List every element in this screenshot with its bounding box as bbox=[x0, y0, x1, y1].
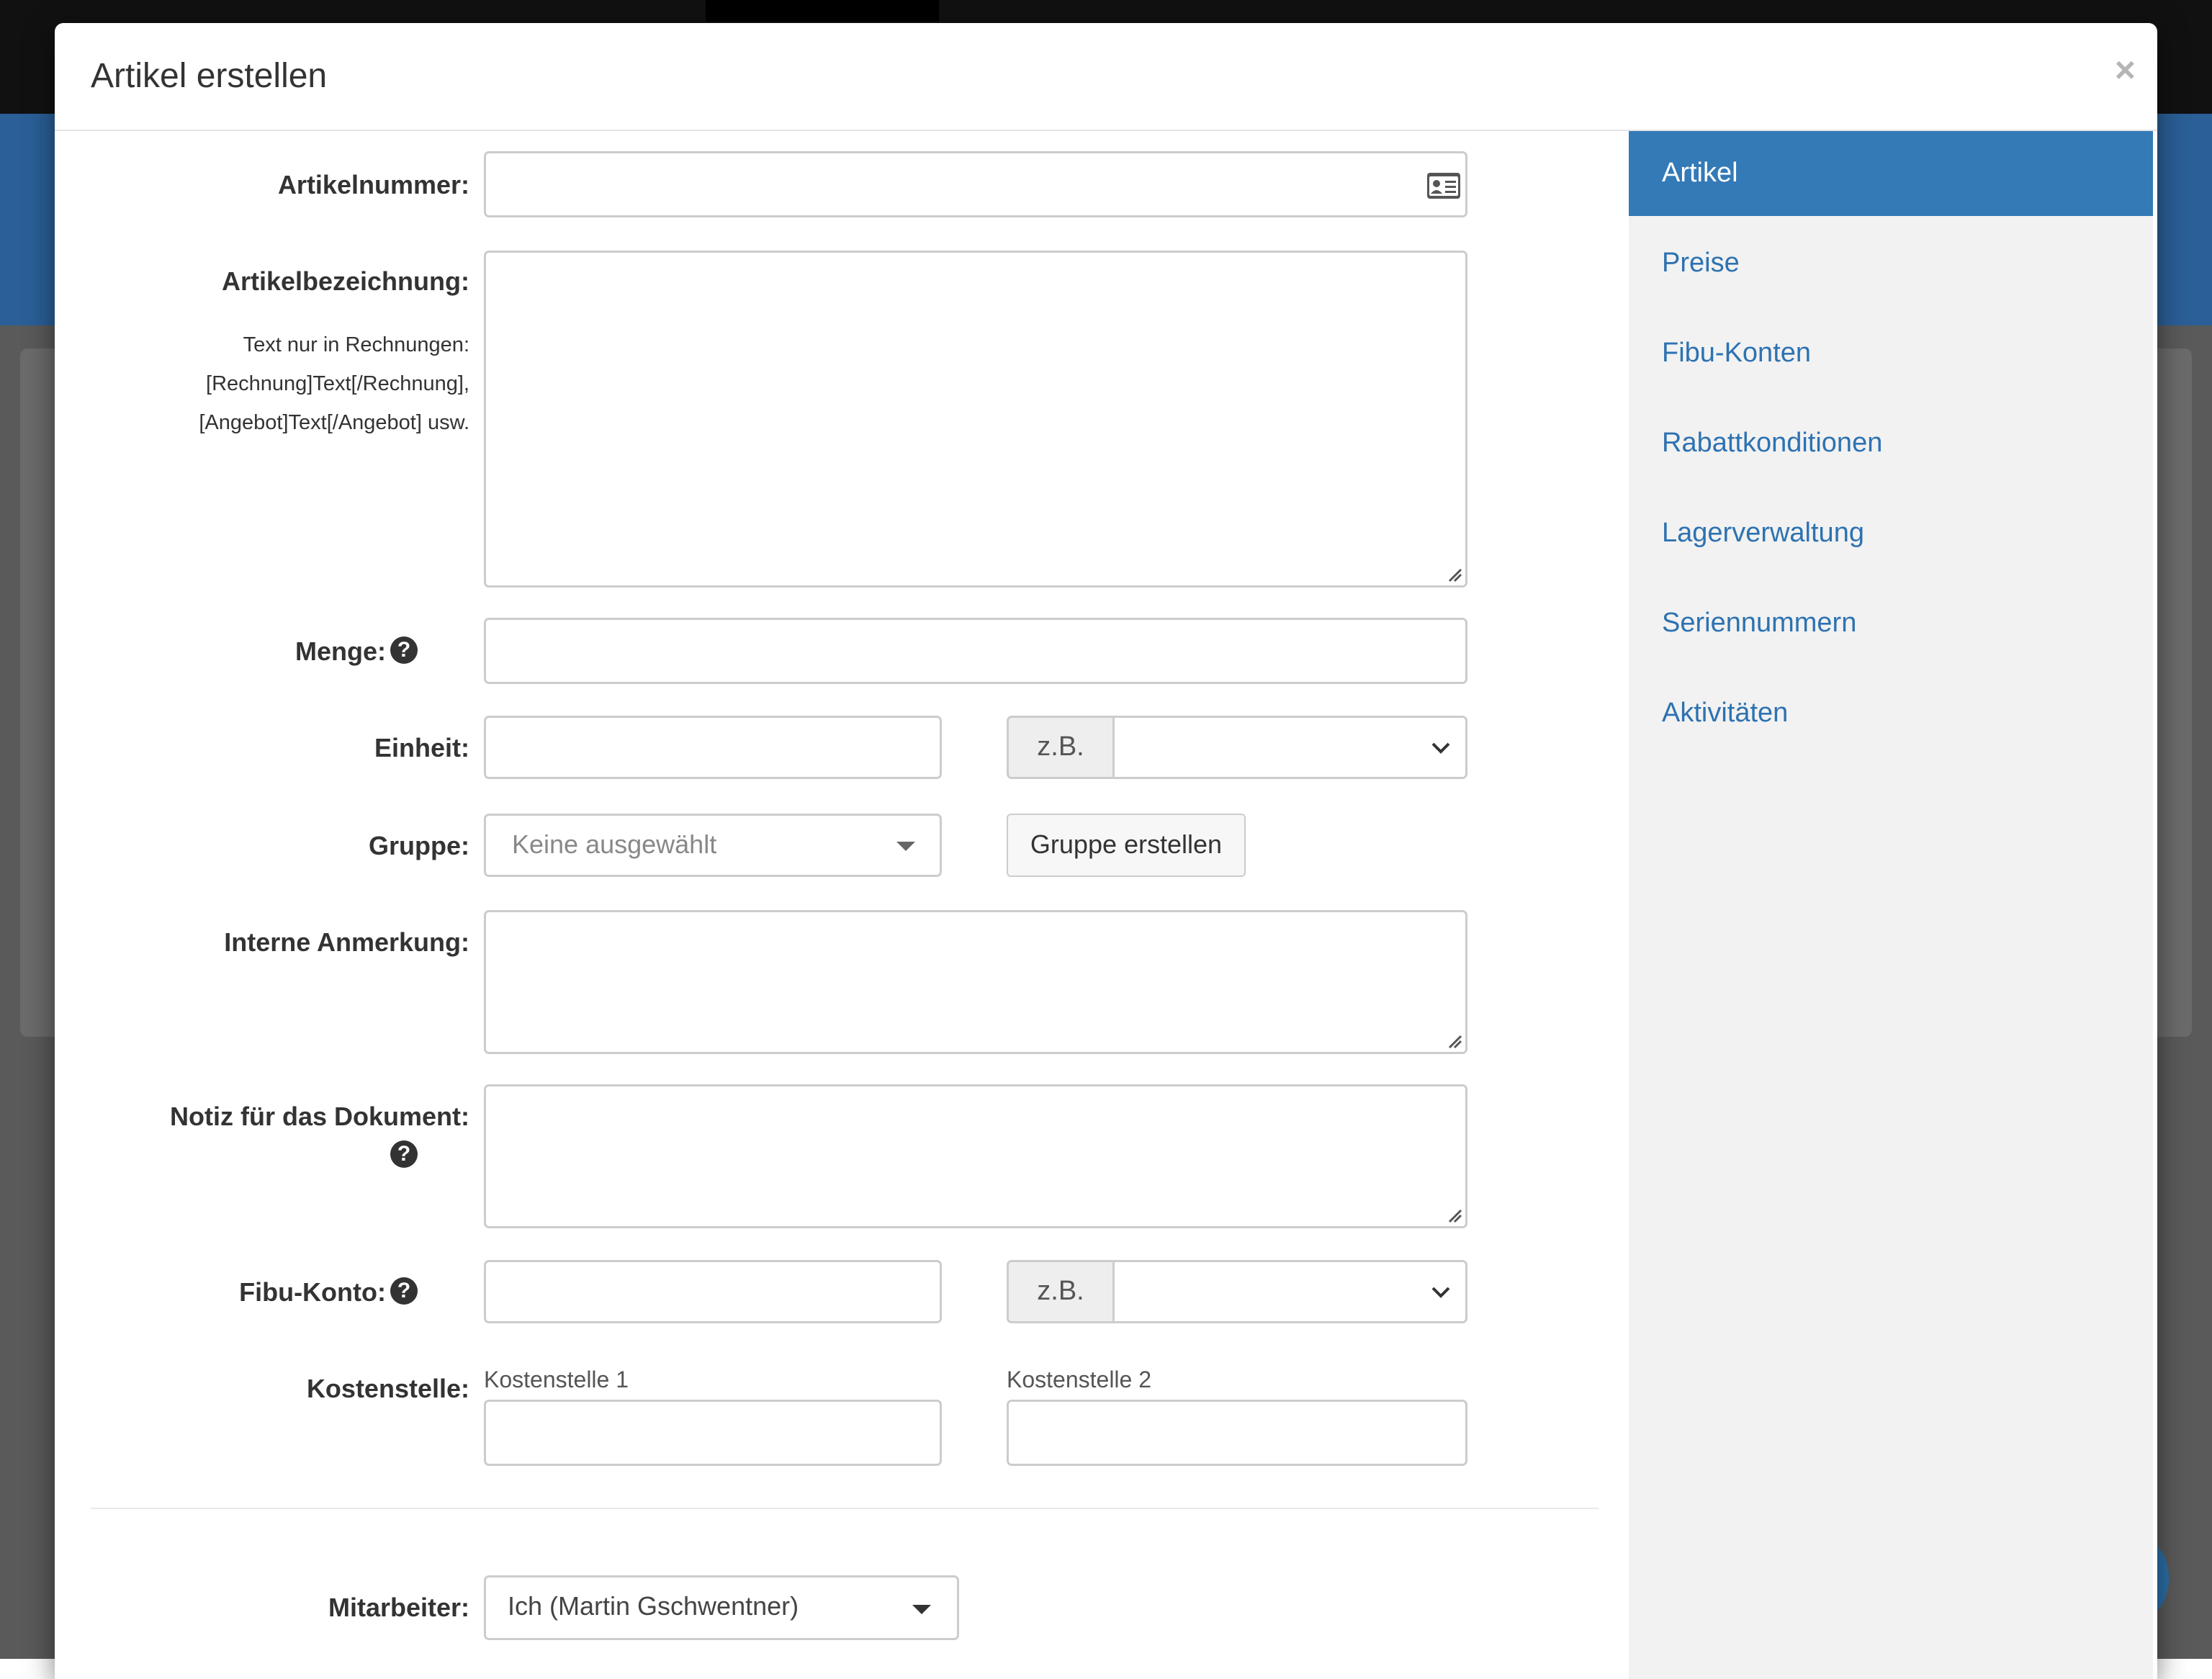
id-card-icon[interactable] bbox=[1426, 172, 1461, 199]
caret-down-icon bbox=[896, 842, 915, 851]
kostenstelle-2-input[interactable] bbox=[1007, 1400, 1467, 1466]
question-circle-icon[interactable]: ? bbox=[390, 1277, 418, 1305]
kostenstelle-label: Kostenstelle: bbox=[306, 1374, 469, 1403]
mitarbeiter-dropdown[interactable]: Ich (Martin Gschwentner) bbox=[484, 1575, 959, 1640]
fibu-konto-label: Fibu-Konto: bbox=[239, 1277, 386, 1307]
interne-anmerkung-label: Interne Anmerkung: bbox=[224, 927, 469, 957]
einheit-label: Einheit: bbox=[374, 733, 469, 762]
form-divider bbox=[91, 1508, 1599, 1509]
artikelbezeichnung-textarea[interactable] bbox=[484, 251, 1467, 588]
kostenstelle-2-label: Kostenstelle 2 bbox=[1007, 1367, 1152, 1392]
notiz-label: Notiz für das Dokument: bbox=[169, 1102, 469, 1131]
kostenstelle-1-label: Kostenstelle 1 bbox=[484, 1367, 629, 1392]
artikelnummer-input[interactable] bbox=[484, 151, 1467, 217]
chevron-down-icon bbox=[1431, 1287, 1450, 1298]
app-topbar-tab bbox=[706, 0, 939, 22]
resize-handle-icon[interactable] bbox=[1447, 567, 1462, 582]
fibu-konto-example-addon: z.B. bbox=[1007, 1260, 1115, 1323]
question-circle-icon[interactable]: ? bbox=[390, 636, 418, 664]
article-sidebar-nav: Artikel Preise Fibu-Konten Rabattkonditi… bbox=[1629, 131, 2153, 1679]
artikelbezeichnung-hint-1: Text nur in Rechnungen: bbox=[243, 333, 469, 356]
nav-item-rabattkonditionen[interactable]: Rabattkonditionen bbox=[1629, 400, 2153, 490]
menge-input[interactable] bbox=[484, 618, 1467, 684]
artikelbezeichnung-hint-3: [Angebot]Text[/Angebot] usw. bbox=[199, 411, 469, 434]
fibu-konto-input[interactable] bbox=[484, 1260, 942, 1323]
nav-item-lagerverwaltung[interactable]: Lagerverwaltung bbox=[1629, 490, 2153, 580]
einheit-input[interactable] bbox=[484, 716, 942, 779]
gruppe-label: Gruppe: bbox=[369, 831, 469, 860]
resize-handle-icon[interactable] bbox=[1447, 1207, 1462, 1223]
gruppe-erstellen-button[interactable]: Gruppe erstellen bbox=[1007, 814, 1246, 877]
artikelbezeichnung-label: Artikelbezeichnung: bbox=[221, 266, 469, 296]
nav-item-seriennummern[interactable]: Seriennummern bbox=[1629, 580, 2153, 670]
mitarbeiter-dropdown-value: Ich (Martin Gschwentner) bbox=[508, 1591, 799, 1621]
artikelnummer-label: Artikelnummer: bbox=[277, 170, 469, 199]
gruppe-dropdown-value: Keine ausgewählt bbox=[512, 829, 717, 859]
fibu-konto-example-select[interactable] bbox=[1115, 1260, 1467, 1323]
nav-item-fibu-konten[interactable]: Fibu-Konten bbox=[1629, 310, 2153, 400]
notiz-textarea[interactable] bbox=[484, 1084, 1467, 1228]
question-circle-icon[interactable]: ? bbox=[390, 1140, 418, 1168]
artikelbezeichnung-hint-2: [Rechnung]Text[/Rechnung], bbox=[206, 372, 469, 395]
caret-down-icon bbox=[912, 1605, 931, 1614]
create-article-modal: Artikel erstellen × Artikel Preise Fibu-… bbox=[55, 23, 2157, 1679]
resize-handle-icon[interactable] bbox=[1447, 1033, 1462, 1049]
mitarbeiter-label: Mitarbeiter: bbox=[328, 1593, 469, 1622]
nav-item-aktivitaeten[interactable]: Aktivitäten bbox=[1629, 670, 2153, 760]
nav-item-preise[interactable]: Preise bbox=[1629, 220, 2153, 310]
interne-anmerkung-textarea[interactable] bbox=[484, 910, 1467, 1054]
close-icon[interactable]: × bbox=[2115, 52, 2136, 88]
nav-item-artikel[interactable]: Artikel bbox=[1629, 131, 2153, 216]
chevron-down-icon bbox=[1431, 742, 1450, 754]
menge-label: Menge: bbox=[295, 636, 386, 666]
einheit-example-addon: z.B. bbox=[1007, 716, 1115, 779]
kostenstelle-1-input[interactable] bbox=[484, 1400, 942, 1466]
einheit-example-select[interactable] bbox=[1115, 716, 1467, 779]
gruppe-dropdown[interactable]: Keine ausgewählt bbox=[484, 814, 942, 877]
modal-header: Artikel erstellen × bbox=[55, 23, 2157, 131]
modal-title: Artikel erstellen bbox=[91, 57, 328, 95]
